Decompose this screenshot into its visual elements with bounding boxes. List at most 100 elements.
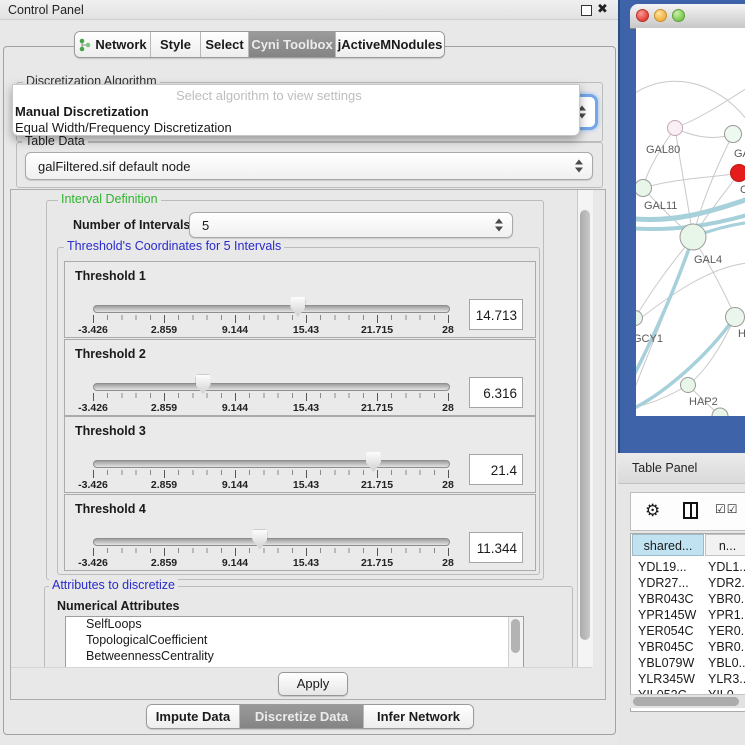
slider-tick-label: 2.859 bbox=[151, 402, 177, 414]
threshold-slider-track[interactable] bbox=[93, 460, 450, 468]
attributes-group-title: Attributes to discretize bbox=[49, 578, 178, 592]
table-horizontal-scrollbar[interactable] bbox=[630, 694, 745, 708]
tab-jactivemnodules[interactable]: jActiveMNodules bbox=[336, 32, 444, 57]
threshold-slider-thumb[interactable] bbox=[290, 297, 305, 317]
minimize-traffic-light-icon[interactable] bbox=[654, 9, 667, 22]
node-table[interactable]: shared... n... YDL19... YDL1...YDR27...YD… bbox=[630, 533, 745, 712]
cell-shared-name: YBR043C bbox=[638, 591, 694, 607]
number-of-intervals-value: 5 bbox=[202, 218, 209, 233]
cell-shared-name: YBL079W bbox=[638, 655, 694, 671]
threshold-label: Threshold 3 bbox=[75, 424, 146, 438]
table-row[interactable]: YER054CYER0... bbox=[631, 623, 745, 639]
tab-label: Style bbox=[160, 37, 191, 52]
table-row[interactable]: YBR043CYBR0... bbox=[631, 591, 745, 607]
right-side: GAL80 GAL11 GAL4 GCY1 HAP2 GA C H Table … bbox=[618, 0, 745, 745]
tab-label: Discretize Data bbox=[255, 709, 348, 724]
tab-label: Infer Network bbox=[377, 709, 460, 724]
table-data-group: Table Data galFiltered.sif default node bbox=[16, 142, 603, 188]
table-panel-toolbar: ⚙ ☑☑ bbox=[630, 492, 745, 531]
slider-tick-label: 15.43 bbox=[293, 402, 319, 414]
slider-tick-label: 15.43 bbox=[293, 557, 319, 569]
thresholds-group-title: Threshold's Coordinates for 5 Intervals bbox=[64, 239, 284, 253]
cell-shared-name: YDL19... bbox=[638, 559, 687, 575]
gear-icon[interactable]: ⚙ bbox=[645, 501, 660, 521]
slider-tick-label: -3.426 bbox=[78, 324, 108, 336]
slider-tick-label: 9.144 bbox=[222, 557, 248, 569]
zoom-traffic-light-icon[interactable] bbox=[672, 9, 685, 22]
tab-discretize-data[interactable]: Discretize Data bbox=[240, 705, 364, 728]
threshold-value-field[interactable]: 21.4 bbox=[469, 454, 523, 485]
checkboxes-icon[interactable]: ☑☑ bbox=[715, 502, 739, 516]
tab-network[interactable]: Network bbox=[75, 32, 151, 57]
apply-button[interactable]: Apply bbox=[278, 672, 348, 696]
table-row[interactable]: YDR27...YDR2... bbox=[631, 575, 745, 591]
attribute-item[interactable]: SelfLoops bbox=[66, 617, 523, 633]
numerical-attributes-list[interactable]: SelfLoopsTopologicalCoefficientBetweenne… bbox=[65, 616, 524, 667]
threshold-value-field[interactable]: 11.344 bbox=[469, 532, 523, 563]
table-row[interactable]: YDL19... YDL1... bbox=[631, 559, 745, 575]
slider-tick-label: 28 bbox=[442, 402, 454, 414]
threshold-value-field[interactable]: 14.713 bbox=[469, 299, 523, 330]
network-window-titlebar[interactable] bbox=[630, 4, 745, 29]
slider-tick-label: -3.426 bbox=[78, 402, 108, 414]
threshold-slider-track[interactable] bbox=[93, 383, 450, 391]
tab-infer-network[interactable]: Infer Network bbox=[364, 705, 473, 728]
network-icon bbox=[78, 38, 91, 52]
close-icon[interactable]: ✖ bbox=[597, 1, 608, 17]
close-traffic-light-icon[interactable] bbox=[636, 9, 649, 22]
algorithm-dropdown-popup: Select algorithm to view settings Manual… bbox=[12, 84, 580, 136]
tab-label: Cyni Toolbox bbox=[251, 37, 332, 52]
control-panel-titlebar: Control Panel ✖ bbox=[0, 0, 618, 20]
tab-label: Select bbox=[205, 37, 243, 52]
cell-shared-name: YLR345W bbox=[638, 671, 695, 687]
tab-select[interactable]: Select bbox=[201, 32, 249, 57]
threshold-label: Threshold 4 bbox=[75, 502, 146, 516]
column-header-shared-name[interactable]: shared... bbox=[632, 534, 704, 556]
tab-impute-data[interactable]: Impute Data bbox=[147, 705, 240, 728]
table-row[interactable]: YBR045CYBR0... bbox=[631, 639, 745, 655]
table-panel-title: Table Panel bbox=[632, 461, 697, 475]
node-label: GA bbox=[734, 148, 745, 160]
control-panel: Control Panel ✖ Network Style Select Cyni T… bbox=[0, 0, 618, 745]
node-label: C bbox=[740, 184, 745, 196]
column-header-name[interactable]: n... bbox=[705, 534, 745, 556]
table-row[interactable]: YLR345WYLR3... bbox=[631, 671, 745, 687]
tab-label: Impute Data bbox=[156, 709, 230, 724]
cell-name: YBR0... bbox=[708, 639, 745, 655]
number-of-intervals-combobox[interactable]: 5 bbox=[189, 212, 513, 238]
table-data-combobox[interactable]: galFiltered.sif default node bbox=[25, 152, 593, 180]
threshold-slider-track[interactable] bbox=[93, 538, 450, 546]
slider-tick-label: 9.144 bbox=[222, 324, 248, 336]
algorithm-option[interactable]: Manual Discretization bbox=[15, 104, 149, 119]
threshold-panel-3: Threshold 3-3.4262.8599.14415.4321.71528… bbox=[64, 416, 536, 493]
slider-tick-label: 28 bbox=[442, 479, 454, 491]
table-row[interactable]: YPR145W YPR1... bbox=[631, 607, 745, 623]
tab-cyni-toolbox[interactable]: Cyni Toolbox bbox=[249, 32, 336, 57]
attributes-scrollbar[interactable] bbox=[508, 617, 523, 667]
slider-tick-label: -3.426 bbox=[78, 557, 108, 569]
cell-name: YDL1... bbox=[708, 559, 745, 575]
cell-name: YPR1... bbox=[708, 607, 745, 623]
tab-style[interactable]: Style bbox=[151, 32, 201, 57]
threshold-slider-thumb[interactable] bbox=[366, 452, 381, 472]
threshold-slider-thumb[interactable] bbox=[196, 375, 211, 395]
settings-scrollbar[interactable] bbox=[577, 190, 593, 667]
slider-tick-label: 2.859 bbox=[151, 557, 177, 569]
column-layout-icon[interactable] bbox=[683, 502, 698, 519]
apply-row: Apply bbox=[11, 667, 592, 699]
threshold-slider-track[interactable] bbox=[93, 305, 450, 313]
cell-shared-name: YPR145W bbox=[638, 607, 696, 623]
attribute-item[interactable]: BetweennessCentrality bbox=[66, 649, 523, 665]
threshold-slider-thumb[interactable] bbox=[252, 530, 267, 550]
thresholds-group: Threshold's Coordinates for 5 Intervals … bbox=[57, 247, 540, 575]
algorithm-option[interactable]: Equal Width/Frequency Discretization bbox=[15, 120, 232, 135]
network-canvas[interactable]: GAL80 GAL11 GAL4 GCY1 HAP2 GA C H bbox=[636, 28, 745, 416]
slider-major-ticks bbox=[93, 470, 450, 478]
float-window-icon[interactable] bbox=[581, 5, 592, 16]
threshold-panel-4: Threshold 4-3.4262.8599.14415.4321.71528… bbox=[64, 494, 536, 571]
threshold-panel-2: Threshold 2-3.4262.8599.14415.4321.71528… bbox=[64, 339, 536, 416]
table-row[interactable]: YBL079WYBL0... bbox=[631, 655, 745, 671]
attribute-item[interactable]: TopologicalCoefficient bbox=[66, 633, 523, 649]
threshold-value-field[interactable]: 6.316 bbox=[469, 377, 523, 408]
combo-arrows-icon bbox=[575, 160, 583, 173]
